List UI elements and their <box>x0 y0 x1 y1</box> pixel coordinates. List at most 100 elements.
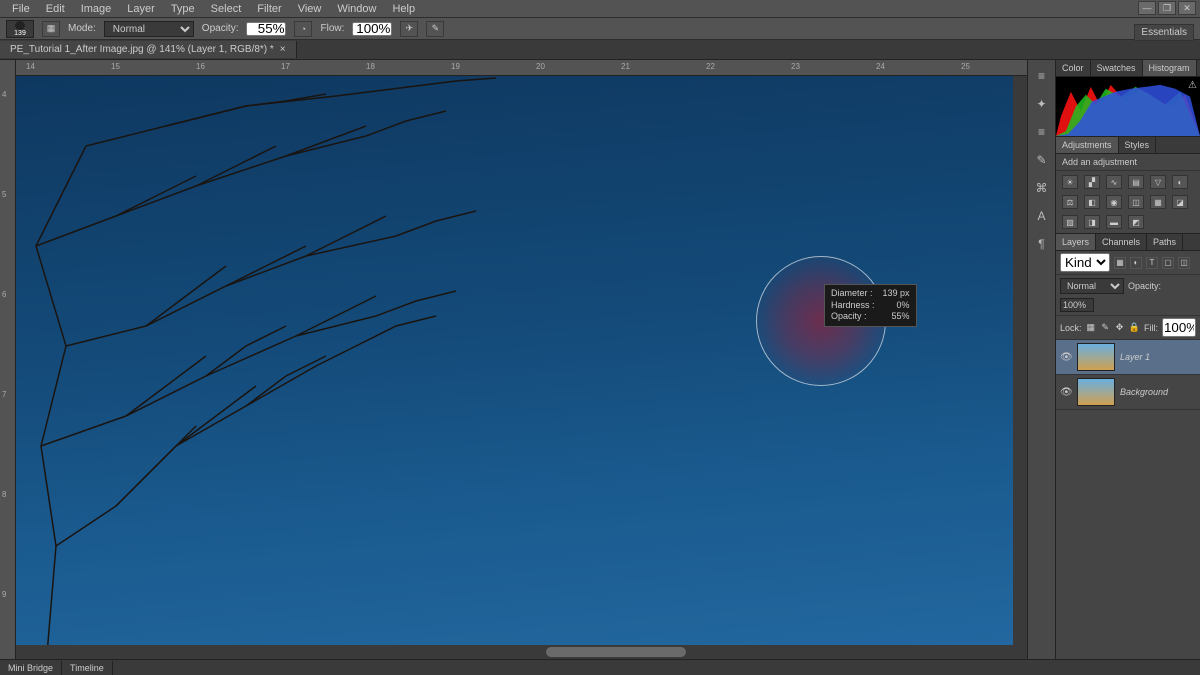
tab-layers[interactable]: Layers <box>1056 234 1096 250</box>
lock-all-icon[interactable]: 🔒 <box>1129 322 1140 334</box>
photofilter-icon[interactable]: ◉ <box>1106 195 1122 209</box>
layer-list: 👁 Layer 1 👁 Background <box>1056 340 1200 659</box>
layer-thumbnail[interactable] <box>1077 343 1115 371</box>
tab-timeline[interactable]: Timeline <box>62 661 113 675</box>
vertical-ruler: 4 5 6 7 8 9 <box>0 60 16 659</box>
horizontal-scrollbar[interactable] <box>16 645 1027 659</box>
airbrush-toggle[interactable]: ✈ <box>400 21 418 37</box>
brush-preview-icon <box>15 21 25 30</box>
ruler-tick: 25 <box>961 62 970 71</box>
tab-adjustments[interactable]: Adjustments <box>1056 137 1119 153</box>
visibility-toggle-icon[interactable]: 👁 <box>1060 352 1072 363</box>
workspace-switcher[interactable]: Essentials <box>1134 24 1194 41</box>
adjustment-icon-grid: ☀ ▞ ∿ ▤ ▽ ◐ ⚖ ◧ ◉ ◫ ▦ ◪ ▨ ◨ ▬ ◩ <box>1056 171 1200 234</box>
history-panel-icon[interactable]: ≡ <box>1032 66 1052 86</box>
properties-panel-icon[interactable]: ≡ <box>1032 122 1052 142</box>
ruler-tick: 21 <box>621 62 630 71</box>
channelmixer-icon[interactable]: ◫ <box>1128 195 1144 209</box>
colorbalance-icon[interactable]: ⚖ <box>1062 195 1078 209</box>
brush-size-value: 139 <box>14 30 26 37</box>
flow-label: Flow: <box>320 23 344 34</box>
invert-icon[interactable]: ◪ <box>1172 195 1188 209</box>
flow-input[interactable] <box>352 22 392 36</box>
ruler-tick: 23 <box>791 62 800 71</box>
filter-type-icon[interactable]: T <box>1146 257 1158 269</box>
hue-icon[interactable]: ◐ <box>1172 175 1188 189</box>
menu-help[interactable]: Help <box>384 1 423 17</box>
menu-layer[interactable]: Layer <box>119 1 163 17</box>
menu-select[interactable]: Select <box>203 1 250 17</box>
lock-move-icon[interactable]: ✥ <box>1114 322 1124 334</box>
brush-panel-toggle[interactable]: ▦ <box>42 21 60 37</box>
layer-row[interactable]: 👁 Background <box>1056 375 1200 410</box>
paragraph-panel-icon[interactable]: ¶ <box>1032 234 1052 254</box>
ruler-tick: 7 <box>2 390 6 399</box>
filter-pixel-icon[interactable]: ▦ <box>1114 257 1126 269</box>
gradientmap-icon[interactable]: ▬ <box>1106 215 1122 229</box>
clone-panel-icon[interactable]: ⌘ <box>1032 178 1052 198</box>
close-tab-icon[interactable]: × <box>280 44 286 55</box>
curves-icon[interactable]: ∿ <box>1106 175 1122 189</box>
character-panel-icon[interactable]: A <box>1032 206 1052 226</box>
levels-icon[interactable]: ▞ <box>1084 175 1100 189</box>
layer-name: Background <box>1120 387 1168 397</box>
canvas-area[interactable]: 14 15 16 17 18 19 20 21 22 23 24 25 <box>16 60 1027 659</box>
tab-paths[interactable]: Paths <box>1147 234 1183 250</box>
ruler-tick: 9 <box>2 590 6 599</box>
color-panel-tabs: Color Swatches Histogram <box>1056 60 1200 77</box>
tab-swatches[interactable]: Swatches <box>1091 60 1143 76</box>
layer-blend-mode[interactable]: Normal <box>1060 278 1124 294</box>
restore-button[interactable]: ❐ <box>1158 1 1176 15</box>
tab-histogram[interactable]: Histogram <box>1143 60 1197 76</box>
filter-smart-icon[interactable]: ◫ <box>1178 257 1190 269</box>
vertical-scrollbar[interactable] <box>1013 76 1027 645</box>
scrollbar-thumb[interactable] <box>546 647 686 657</box>
layer-thumbnail[interactable] <box>1077 378 1115 406</box>
brush-panel-icon[interactable]: ✎ <box>1032 150 1052 170</box>
histogram-warning-icon[interactable]: ⚠ <box>1188 80 1197 91</box>
document-tab[interactable]: PE_Tutorial 1_After Image.jpg @ 141% (La… <box>0 41 297 58</box>
mode-label: Mode: <box>68 23 96 34</box>
menu-filter[interactable]: Filter <box>249 1 289 17</box>
menu-edit[interactable]: Edit <box>38 1 73 17</box>
pressure-size-toggle[interactable]: ✎ <box>426 21 444 37</box>
posterize-icon[interactable]: ▨ <box>1062 215 1078 229</box>
brightness-icon[interactable]: ☀ <box>1062 175 1078 189</box>
layer-filter-row: Kind ▦ ◐ T ▢ ◫ <box>1056 251 1200 275</box>
actions-panel-icon[interactable]: ✦ <box>1032 94 1052 114</box>
brush-preset-picker[interactable]: 139 <box>6 20 34 38</box>
visibility-toggle-icon[interactable]: 👁 <box>1060 387 1072 398</box>
blend-mode-select[interactable]: Normal <box>104 21 194 37</box>
hud-hardness-value: 0% <box>897 300 910 312</box>
menu-view[interactable]: View <box>290 1 330 17</box>
layer-filter-kind[interactable]: Kind <box>1060 253 1110 272</box>
menu-file[interactable]: File <box>4 1 38 17</box>
vibrance-icon[interactable]: ▽ <box>1150 175 1166 189</box>
layer-row[interactable]: 👁 Layer 1 <box>1056 340 1200 375</box>
workspace: 4 5 6 7 8 9 14 15 16 17 18 19 20 21 22 2… <box>0 60 1200 659</box>
tab-mini-bridge[interactable]: Mini Bridge <box>0 661 62 675</box>
minimize-button[interactable]: — <box>1138 1 1156 15</box>
tab-channels[interactable]: Channels <box>1096 234 1147 250</box>
filter-adjust-icon[interactable]: ◐ <box>1130 257 1142 269</box>
menu-window[interactable]: Window <box>329 1 384 17</box>
layer-fill-input[interactable] <box>1162 318 1196 337</box>
menu-image[interactable]: Image <box>73 1 120 17</box>
lock-pixels-icon[interactable]: ▦ <box>1086 322 1096 334</box>
selectivecolor-icon[interactable]: ◩ <box>1128 215 1144 229</box>
menu-type[interactable]: Type <box>163 1 203 17</box>
opacity-input[interactable] <box>246 22 286 36</box>
lock-position-icon[interactable]: ✎ <box>1100 322 1110 334</box>
tab-styles[interactable]: Styles <box>1119 137 1157 153</box>
exposure-icon[interactable]: ▤ <box>1128 175 1144 189</box>
threshold-icon[interactable]: ◨ <box>1084 215 1100 229</box>
bw-icon[interactable]: ◧ <box>1084 195 1100 209</box>
brush-hud: Diameter :139 px Hardness :0% Opacity :5… <box>824 284 917 327</box>
close-window-button[interactable]: ✕ <box>1178 1 1196 15</box>
tab-color[interactable]: Color <box>1056 60 1091 76</box>
colorlookup-icon[interactable]: ▦ <box>1150 195 1166 209</box>
pressure-opacity-toggle[interactable]: ◔ <box>294 21 312 37</box>
filter-shape-icon[interactable]: ▢ <box>1162 257 1174 269</box>
hud-diameter-value: 139 px <box>883 288 910 300</box>
layer-opacity-input[interactable] <box>1060 298 1094 312</box>
